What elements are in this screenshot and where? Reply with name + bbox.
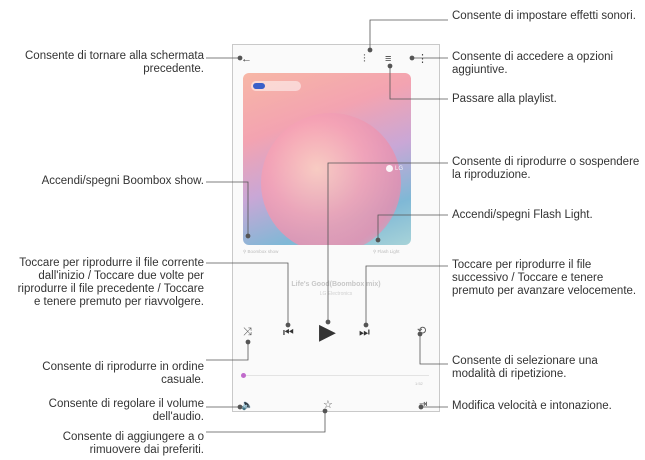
callout-playlist: Passare alla playlist. [452, 93, 557, 105]
callout-next: Toccare per riprodurre il file successiv… [452, 259, 637, 297]
callout-play-pause: Consente di riprodurre o sospendere la r… [452, 156, 640, 181]
callout-back: Consente di tornare alla schermata prece… [25, 50, 204, 75]
callout-boombox: Accendi/spegni Boombox show. [41, 175, 204, 187]
callout-repeat: Consente di selezionare una modalità di … [452, 355, 598, 380]
callout-flashlight: Accendi/spegni Flash Light. [452, 209, 593, 221]
callout-favorite: Consente di aggiungere a o rimuovere dai… [62, 431, 204, 456]
callout-sound-effects: Consente di impostare effetti sonori. [452, 10, 636, 22]
callout-more-options: Consente di accedere a opzioni aggiuntiv… [452, 51, 614, 76]
callout-volume: Consente di regolare il volume dell'audi… [48, 398, 204, 423]
callout-shuffle: Consente di riprodurre in ordine casuale… [42, 361, 204, 386]
callout-previous: Toccare per riprodurre il file corrente … [17, 257, 204, 308]
callout-speed: Modifica velocità e intonazione. [452, 400, 612, 412]
